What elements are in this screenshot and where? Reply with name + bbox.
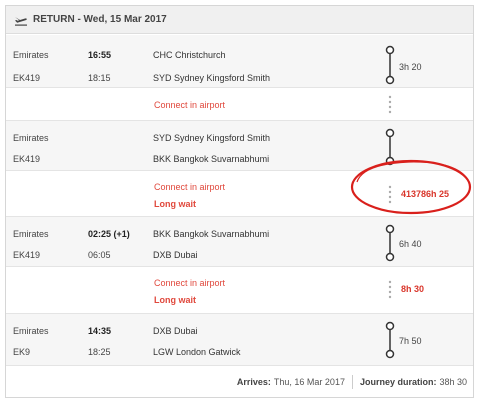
page-title: RETURN - Wed, 15 Mar 2017: [33, 14, 167, 25]
flight-duration: 3h 20: [399, 62, 422, 72]
departure-airport: SYD Sydney Kingsford Smith: [153, 133, 271, 143]
plane-landing-icon: [14, 14, 28, 26]
flight-leg-row: Emirates EK419 02:25 (+1) 06:05 BKK Bang…: [6, 217, 473, 267]
flight-timeline-icon: [383, 45, 397, 85]
connection-dots-icon: [383, 94, 397, 116]
journey-duration-value: 38h 30: [439, 377, 467, 387]
connection-row: Connect in airport: [6, 88, 473, 121]
arrival-airport: LGW London Gatwick: [153, 347, 241, 357]
airline-name: Emirates: [13, 133, 49, 143]
connection-wait-time: 8h 30: [401, 284, 425, 294]
flight-leg-row: Emirates EK9 14:35 18:25 DXB Dubai LGW L…: [6, 314, 473, 366]
connect-in-airport-label: Connect in airport: [154, 182, 226, 192]
flight-duration: 6h 40: [399, 239, 422, 249]
departure-time: 14:35: [88, 326, 112, 336]
arrival-airport: DXB Dubai: [153, 250, 198, 260]
arrival-time: 18:15: [88, 73, 111, 83]
arrival-time: 06:05: [88, 250, 111, 260]
departure-time: 16:55: [88, 50, 112, 60]
connection-dots-icon: [383, 279, 397, 301]
arrival-airport: SYD Sydney Kingsford Smith: [153, 73, 271, 83]
footer-divider: [351, 375, 353, 389]
airline-name: Emirates: [13, 326, 49, 336]
flight-duration: 7h 50: [399, 336, 422, 346]
connect-in-airport-label: Connect in airport: [154, 100, 226, 110]
departure-time: 02:25 (+1): [88, 229, 130, 239]
flight-number: EK419: [13, 154, 41, 164]
flight-number: EK9: [13, 347, 31, 357]
long-wait-label: Long wait: [154, 295, 196, 305]
annotation-circle: [349, 158, 473, 216]
airline-name: Emirates: [13, 50, 49, 60]
connect-in-airport-label: Connect in airport: [154, 278, 226, 288]
flight-timeline-icon: [383, 321, 397, 359]
departure-airport: CHC Christchurch: [153, 50, 226, 60]
flight-number: EK419: [13, 250, 41, 260]
departure-airport: DXB Dubai: [153, 326, 198, 336]
arrival-time: 18:25: [88, 347, 111, 357]
journey-duration-label: Journey duration:: [359, 377, 437, 387]
arrival-airport: BKK Bangkok Suvarnabhumi: [153, 154, 270, 164]
flight-number: EK419: [13, 73, 41, 83]
arrives-value: Thu, 16 Mar 2017: [273, 377, 345, 387]
return-header: RETURN - Wed, 15 Mar 2017: [6, 6, 473, 34]
connection-row: Connect in airport Long wait 8h 30: [6, 267, 473, 314]
flight-timeline-icon: [383, 224, 397, 262]
flight-leg-row: Emirates EK419 16:55 18:15 CHC Christchu…: [6, 35, 473, 88]
long-wait-label: Long wait: [154, 199, 196, 209]
airline-name: Emirates: [13, 229, 49, 239]
departure-airport: BKK Bangkok Suvarnabhumi: [153, 229, 270, 239]
journey-summary: Arrives: Thu, 16 Mar 2017 Journey durati…: [6, 367, 473, 397]
arrives-label: Arrives:: [236, 377, 271, 387]
